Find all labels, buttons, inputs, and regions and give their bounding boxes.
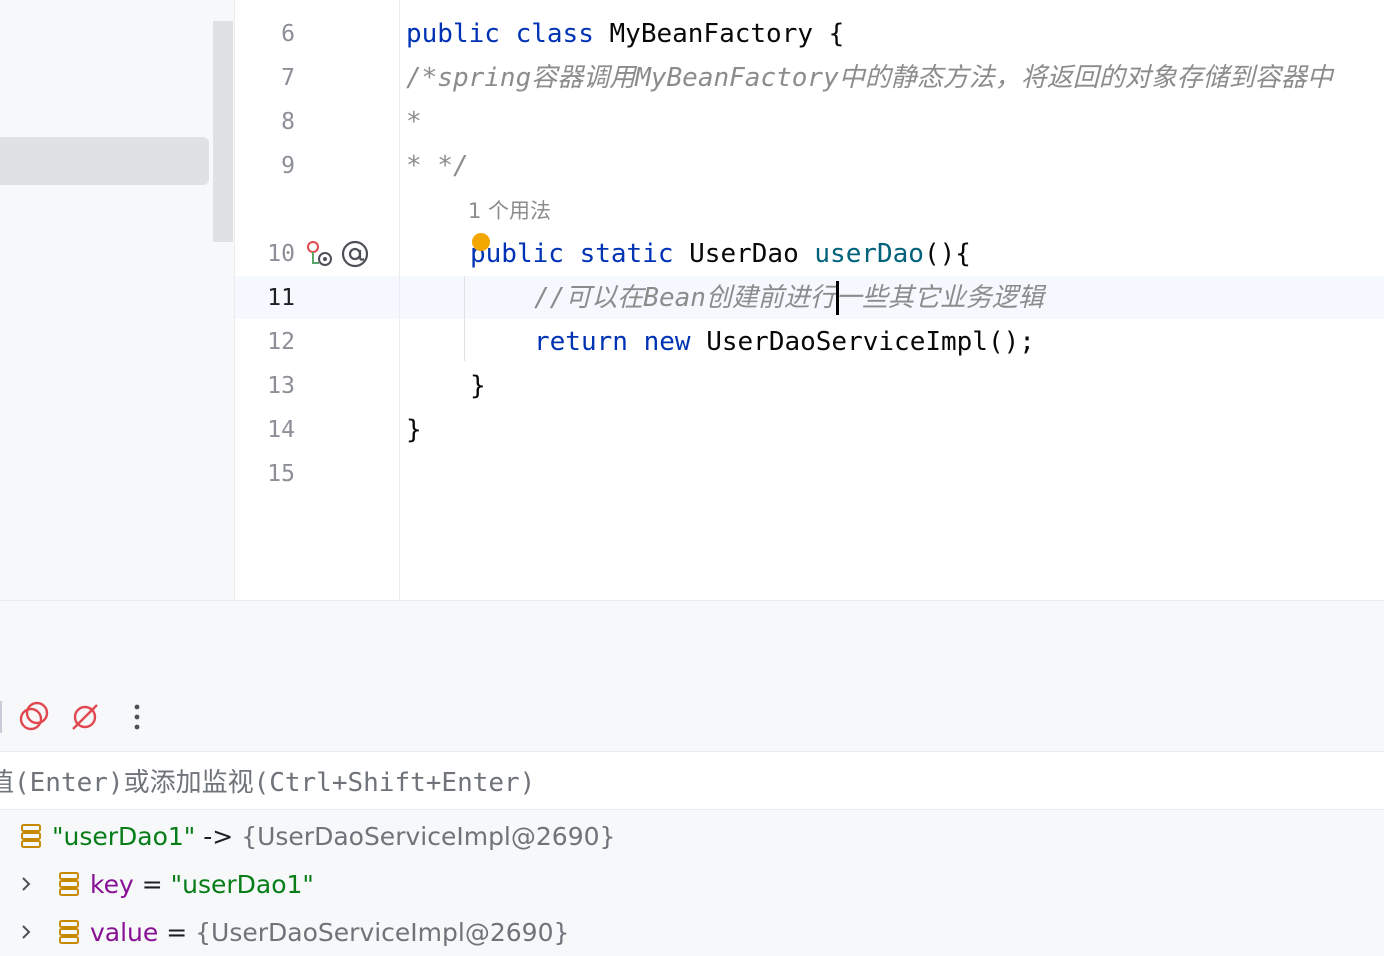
constructor-call: UserDaoServiceImpl(); — [706, 327, 1035, 357]
more-vertical-icon — [134, 704, 140, 730]
project-panel-scrollbar[interactable] — [213, 21, 233, 242]
line-number-active: 11 — [267, 285, 295, 311]
usage-count-hint[interactable]: 1 个用法 — [468, 191, 551, 231]
code-editor[interactable]: 6 7 8 9 10 11 12 13 14 15 public class M… — [235, 0, 1384, 600]
more-options-button[interactable] — [117, 697, 157, 737]
line-number: 13 — [267, 373, 295, 399]
field-icon — [59, 920, 79, 944]
annotation-at-icon[interactable] — [340, 239, 370, 269]
keyword: new — [643, 327, 691, 357]
project-tree-selected-item[interactable] — [0, 137, 209, 185]
type-name: UserDao — [689, 239, 799, 269]
code-line-10: public static UserDao userDao(){ — [470, 232, 971, 276]
variable-value: {UserDaoServiceImpl@2690} — [195, 917, 570, 947]
expand-chevron-icon[interactable] — [16, 874, 36, 894]
text-caret — [836, 281, 839, 315]
code-line-6: public class MyBeanFactory { — [406, 12, 844, 56]
variable-value: "userDao1" — [170, 869, 314, 899]
method-name: userDao — [814, 239, 924, 269]
code-line-12: return new UserDaoServiceImpl(); — [534, 320, 1035, 364]
field-icon — [59, 872, 79, 896]
indent-guide — [464, 276, 465, 361]
keyword: return — [534, 327, 628, 357]
variables-tree: "userDao1" -> {UserDaoServiceImpl@2690} … — [0, 810, 1384, 949]
evaluate-expression-input[interactable]: 值(Enter)或添加监视(Ctrl+Shift+Enter) — [0, 752, 1384, 810]
keyword: class — [515, 19, 594, 49]
evaluate-placeholder: 值(Enter)或添加监视(Ctrl+Shift+Enter) — [0, 768, 536, 798]
keyword: public — [406, 19, 500, 49]
line-number: 14 — [267, 417, 295, 443]
variable-name: key — [90, 869, 134, 899]
brace: { — [828, 19, 845, 49]
debugger-toolbar — [0, 683, 1384, 752]
class-name: MyBeanFactory — [609, 19, 814, 49]
line-number: 9 — [281, 153, 295, 179]
code-line-9: * */ — [406, 151, 469, 181]
variable-name: value — [90, 917, 159, 947]
panel-divider-area — [0, 600, 1384, 684]
variable-row[interactable]: "userDao1" -> {UserDaoServiceImpl@2690} — [0, 812, 1384, 860]
line-number: 7 — [281, 65, 295, 91]
code-line-13: } — [470, 371, 486, 401]
implementation-gutter-icon[interactable] — [305, 239, 335, 269]
line-number: 10 — [267, 241, 295, 267]
parens: (){ — [923, 239, 971, 269]
view-breakpoints-icon — [19, 701, 49, 731]
code-line-11: //可以在Bean创建前进行一些其它业务逻辑 — [534, 283, 1044, 313]
variable-equals: = — [166, 917, 188, 947]
code-line-7: /*spring容器调用MyBeanFactory中的静态方法，将返回的对象存储… — [406, 63, 1333, 93]
code-line-14: } — [406, 415, 422, 445]
variable-row[interactable]: key = "userDao1" — [0, 860, 1384, 908]
variable-name: "userDao1" — [52, 821, 196, 851]
keyword: static — [579, 239, 674, 269]
project-panel — [0, 0, 235, 600]
view-breakpoints-button[interactable] — [14, 697, 54, 737]
line-number: 15 — [267, 461, 295, 487]
expand-chevron-icon[interactable] — [16, 922, 36, 942]
line-number: 12 — [267, 329, 295, 355]
editor-gutter[interactable]: 6 7 8 9 10 11 12 13 14 15 — [235, 0, 400, 600]
variable-arrow: -> — [203, 821, 234, 851]
variable-equals: = — [141, 869, 163, 899]
toolbar-separator — [0, 701, 2, 733]
line-number: 6 — [281, 21, 295, 47]
mute-breakpoints-icon — [72, 704, 98, 730]
code-line-8: * — [406, 107, 422, 137]
mute-breakpoints-button[interactable] — [65, 697, 105, 737]
variable-value: {UserDaoServiceImpl@2690} — [241, 821, 616, 851]
intention-bulb-icon[interactable] — [472, 233, 490, 251]
line-number: 8 — [281, 109, 295, 135]
field-icon — [21, 824, 41, 848]
